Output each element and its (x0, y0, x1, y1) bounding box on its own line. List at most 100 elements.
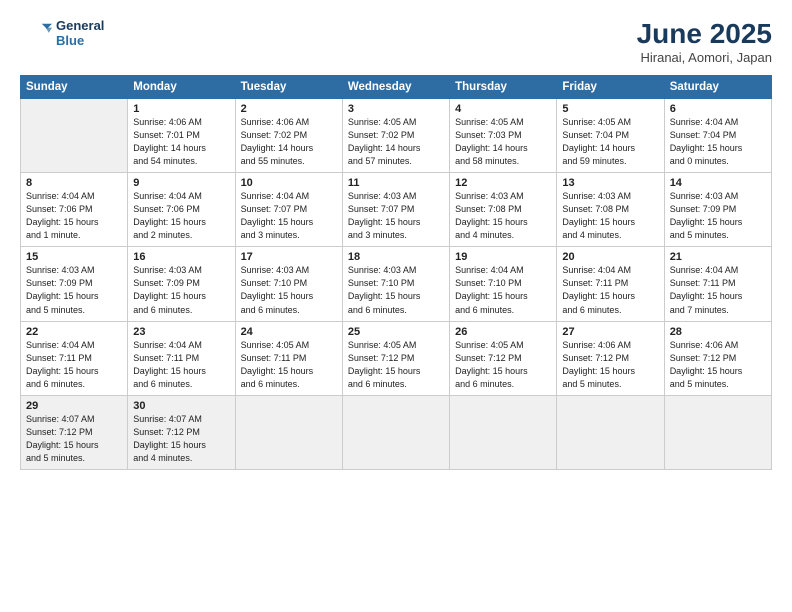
weekday-header-sunday: Sunday (21, 76, 128, 99)
day-number: 9 (133, 177, 229, 189)
calendar-cell (235, 395, 342, 469)
day-info: Sunrise: 4:04 AM Sunset: 7:07 PM Dayligh… (241, 190, 337, 242)
day-info: Sunrise: 4:06 AM Sunset: 7:12 PM Dayligh… (562, 339, 658, 391)
day-info: Sunrise: 4:03 AM Sunset: 7:09 PM Dayligh… (670, 190, 766, 242)
calendar-cell (342, 395, 449, 469)
calendar-cell (21, 99, 128, 173)
calendar-cell: 13Sunrise: 4:03 AM Sunset: 7:08 PM Dayli… (557, 173, 664, 247)
day-number: 2 (241, 103, 337, 115)
calendar-cell: 25Sunrise: 4:05 AM Sunset: 7:12 PM Dayli… (342, 321, 449, 395)
day-info: Sunrise: 4:04 AM Sunset: 7:11 PM Dayligh… (26, 339, 122, 391)
calendar-cell: 20Sunrise: 4:04 AM Sunset: 7:11 PM Dayli… (557, 247, 664, 321)
day-number: 1 (133, 103, 229, 115)
calendar-cell: 11Sunrise: 4:03 AM Sunset: 7:07 PM Dayli… (342, 173, 449, 247)
day-info: Sunrise: 4:03 AM Sunset: 7:10 PM Dayligh… (241, 264, 337, 316)
day-number: 16 (133, 251, 229, 263)
day-info: Sunrise: 4:03 AM Sunset: 7:10 PM Dayligh… (348, 264, 444, 316)
calendar-cell: 30Sunrise: 4:07 AM Sunset: 7:12 PM Dayli… (128, 395, 235, 469)
day-info: Sunrise: 4:05 AM Sunset: 7:11 PM Dayligh… (241, 339, 337, 391)
calendar-cell: 15Sunrise: 4:03 AM Sunset: 7:09 PM Dayli… (21, 247, 128, 321)
logo-svg (20, 18, 52, 50)
day-number: 25 (348, 326, 444, 338)
calendar-cell (557, 395, 664, 469)
calendar-cell: 3Sunrise: 4:05 AM Sunset: 7:02 PM Daylig… (342, 99, 449, 173)
location: Hiranai, Aomori, Japan (637, 50, 772, 65)
day-info: Sunrise: 4:04 AM Sunset: 7:11 PM Dayligh… (562, 264, 658, 316)
weekday-header-tuesday: Tuesday (235, 76, 342, 99)
calendar-week-row: 15Sunrise: 4:03 AM Sunset: 7:09 PM Dayli… (21, 247, 772, 321)
calendar-cell: 22Sunrise: 4:04 AM Sunset: 7:11 PM Dayli… (21, 321, 128, 395)
page-header: General Blue June 2025 Hiranai, Aomori, … (20, 18, 772, 65)
calendar-cell: 28Sunrise: 4:06 AM Sunset: 7:12 PM Dayli… (664, 321, 771, 395)
title-block: June 2025 Hiranai, Aomori, Japan (637, 18, 772, 65)
calendar-cell: 26Sunrise: 4:05 AM Sunset: 7:12 PM Dayli… (450, 321, 557, 395)
day-number: 27 (562, 326, 658, 338)
day-number: 20 (562, 251, 658, 263)
logo-general: General (56, 19, 104, 34)
day-info: Sunrise: 4:05 AM Sunset: 7:04 PM Dayligh… (562, 116, 658, 168)
day-number: 28 (670, 326, 766, 338)
logo: General Blue (20, 18, 104, 50)
calendar-cell: 23Sunrise: 4:04 AM Sunset: 7:11 PM Dayli… (128, 321, 235, 395)
day-info: Sunrise: 4:04 AM Sunset: 7:11 PM Dayligh… (133, 339, 229, 391)
day-info: Sunrise: 4:06 AM Sunset: 7:12 PM Dayligh… (670, 339, 766, 391)
day-number: 19 (455, 251, 551, 263)
day-info: Sunrise: 4:06 AM Sunset: 7:01 PM Dayligh… (133, 116, 229, 168)
weekday-header-thursday: Thursday (450, 76, 557, 99)
calendar-cell: 2Sunrise: 4:06 AM Sunset: 7:02 PM Daylig… (235, 99, 342, 173)
day-number: 10 (241, 177, 337, 189)
day-number: 13 (562, 177, 658, 189)
day-number: 15 (26, 251, 122, 263)
day-info: Sunrise: 4:03 AM Sunset: 7:09 PM Dayligh… (26, 264, 122, 316)
day-number: 21 (670, 251, 766, 263)
calendar-cell: 16Sunrise: 4:03 AM Sunset: 7:09 PM Dayli… (128, 247, 235, 321)
day-info: Sunrise: 4:07 AM Sunset: 7:12 PM Dayligh… (133, 413, 229, 465)
day-info: Sunrise: 4:05 AM Sunset: 7:12 PM Dayligh… (348, 339, 444, 391)
day-number: 11 (348, 177, 444, 189)
calendar-cell (450, 395, 557, 469)
weekday-header-wednesday: Wednesday (342, 76, 449, 99)
day-number: 30 (133, 400, 229, 412)
calendar-cell: 9Sunrise: 4:04 AM Sunset: 7:06 PM Daylig… (128, 173, 235, 247)
calendar-cell: 21Sunrise: 4:04 AM Sunset: 7:11 PM Dayli… (664, 247, 771, 321)
day-number: 8 (26, 177, 122, 189)
day-number: 12 (455, 177, 551, 189)
calendar-cell: 5Sunrise: 4:05 AM Sunset: 7:04 PM Daylig… (557, 99, 664, 173)
day-number: 17 (241, 251, 337, 263)
day-number: 23 (133, 326, 229, 338)
day-info: Sunrise: 4:04 AM Sunset: 7:04 PM Dayligh… (670, 116, 766, 168)
calendar-cell: 4Sunrise: 4:05 AM Sunset: 7:03 PM Daylig… (450, 99, 557, 173)
calendar-week-row: 1Sunrise: 4:06 AM Sunset: 7:01 PM Daylig… (21, 99, 772, 173)
calendar-cell: 1Sunrise: 4:06 AM Sunset: 7:01 PM Daylig… (128, 99, 235, 173)
calendar-cell: 24Sunrise: 4:05 AM Sunset: 7:11 PM Dayli… (235, 321, 342, 395)
calendar-cell: 14Sunrise: 4:03 AM Sunset: 7:09 PM Dayli… (664, 173, 771, 247)
day-info: Sunrise: 4:03 AM Sunset: 7:07 PM Dayligh… (348, 190, 444, 242)
calendar-cell: 18Sunrise: 4:03 AM Sunset: 7:10 PM Dayli… (342, 247, 449, 321)
logo-image: General Blue (20, 18, 104, 50)
day-number: 4 (455, 103, 551, 115)
calendar-cell: 6Sunrise: 4:04 AM Sunset: 7:04 PM Daylig… (664, 99, 771, 173)
day-info: Sunrise: 4:03 AM Sunset: 7:09 PM Dayligh… (133, 264, 229, 316)
day-number: 5 (562, 103, 658, 115)
day-info: Sunrise: 4:05 AM Sunset: 7:03 PM Dayligh… (455, 116, 551, 168)
day-number: 22 (26, 326, 122, 338)
calendar-table: SundayMondayTuesdayWednesdayThursdayFrid… (20, 75, 772, 470)
day-info: Sunrise: 4:06 AM Sunset: 7:02 PM Dayligh… (241, 116, 337, 168)
day-info: Sunrise: 4:05 AM Sunset: 7:02 PM Dayligh… (348, 116, 444, 168)
day-number: 29 (26, 400, 122, 412)
weekday-header-saturday: Saturday (664, 76, 771, 99)
month-title: June 2025 (637, 18, 772, 50)
day-number: 18 (348, 251, 444, 263)
weekday-header-monday: Monday (128, 76, 235, 99)
day-info: Sunrise: 4:04 AM Sunset: 7:10 PM Dayligh… (455, 264, 551, 316)
calendar-cell: 10Sunrise: 4:04 AM Sunset: 7:07 PM Dayli… (235, 173, 342, 247)
calendar-cell (664, 395, 771, 469)
calendar-cell: 17Sunrise: 4:03 AM Sunset: 7:10 PM Dayli… (235, 247, 342, 321)
day-number: 24 (241, 326, 337, 338)
day-info: Sunrise: 4:03 AM Sunset: 7:08 PM Dayligh… (562, 190, 658, 242)
logo-blue: Blue (56, 34, 104, 49)
calendar-cell: 29Sunrise: 4:07 AM Sunset: 7:12 PM Dayli… (21, 395, 128, 469)
calendar-cell: 19Sunrise: 4:04 AM Sunset: 7:10 PM Dayli… (450, 247, 557, 321)
calendar-week-row: 22Sunrise: 4:04 AM Sunset: 7:11 PM Dayli… (21, 321, 772, 395)
day-info: Sunrise: 4:04 AM Sunset: 7:06 PM Dayligh… (133, 190, 229, 242)
